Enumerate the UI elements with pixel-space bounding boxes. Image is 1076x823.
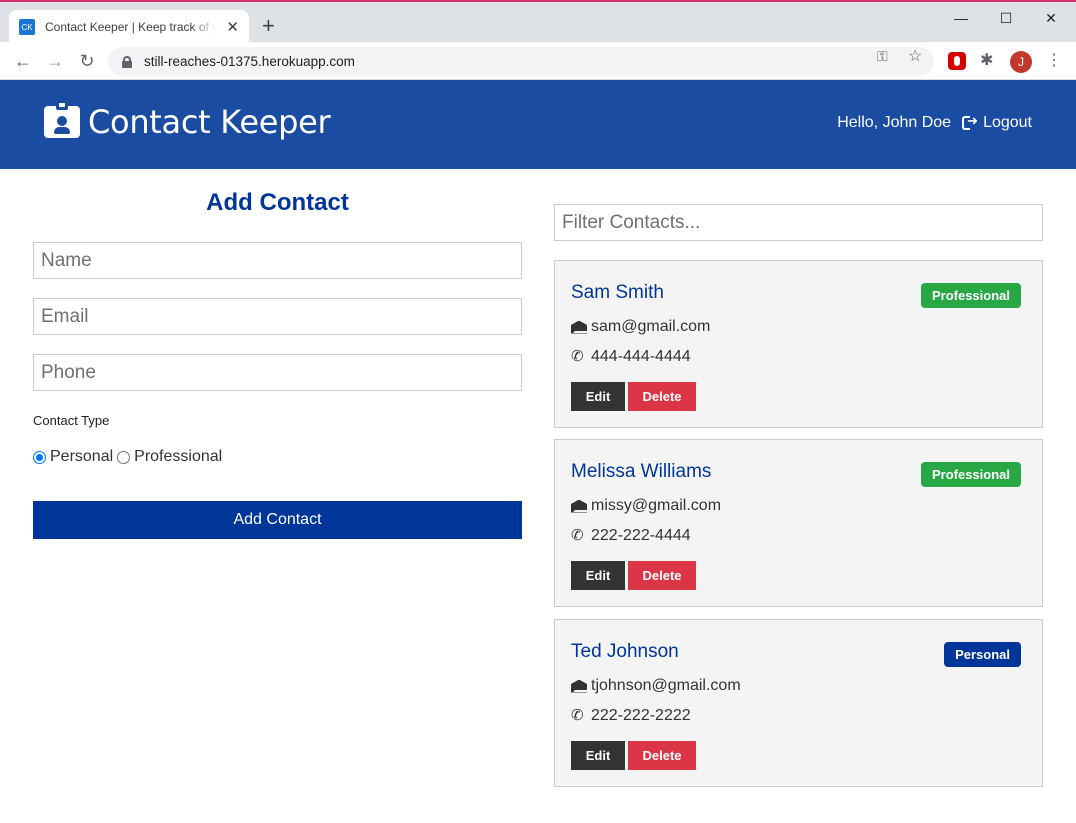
tab-title: Contact Keeper | Keep track of your cont… xyxy=(45,20,217,34)
url-text: still-reaches-01375.herokuapp.com xyxy=(144,54,355,69)
back-arrow-icon[interactable]: ← xyxy=(11,49,35,73)
extensions-puzzle-icon[interactable]: ✱ xyxy=(980,50,993,70)
contact-email: sam@gmail.com xyxy=(571,318,710,336)
tab-close-icon[interactable]: ✕ xyxy=(226,18,239,36)
envelope-open-icon xyxy=(571,679,587,693)
contact-phone-text: 444-444-4444 xyxy=(591,348,691,365)
lock-icon xyxy=(122,55,132,68)
logout-label: Logout xyxy=(983,114,1032,131)
edit-button[interactable]: Edit xyxy=(571,561,625,590)
address-bar[interactable]: still-reaches-01375.herokuapp.com xyxy=(108,47,934,76)
phone-icon: ✆ xyxy=(571,707,584,724)
profile-avatar[interactable]: J xyxy=(1010,51,1032,73)
contact-phone: ✆ 222-222-4444 xyxy=(571,527,691,545)
forward-arrow-icon[interactable]: → xyxy=(43,49,67,73)
contact-phone-text: 222-222-4444 xyxy=(591,527,691,544)
window-close-button[interactable]: ✕ xyxy=(1028,6,1074,30)
contact-name: Ted Johnson xyxy=(571,641,679,662)
minimize-button[interactable]: — xyxy=(938,6,984,30)
user-greeting: Hello, John Doe xyxy=(837,114,952,131)
filter-contacts-input[interactable]: Filter Contacts... xyxy=(554,204,1043,241)
key-icon[interactable]: ⚿ xyxy=(877,48,888,65)
bookmark-star-icon[interactable]: ☆ xyxy=(908,46,922,66)
phone-input[interactable] xyxy=(33,354,522,391)
contact-type-badge: Professional xyxy=(920,283,1021,308)
adblock-extension-icon[interactable] xyxy=(948,52,966,70)
contact-card: Melissa Williams Professional missy@gmai… xyxy=(554,439,1043,607)
new-tab-button[interactable]: + xyxy=(262,14,275,38)
edit-button[interactable]: Edit xyxy=(571,382,625,411)
radio-professional[interactable] xyxy=(117,450,131,464)
contact-type-radio-group: Personal Professional xyxy=(33,448,226,466)
contact-email: tjohnson@gmail.com xyxy=(571,677,741,695)
contact-email-text: sam@gmail.com xyxy=(591,318,711,335)
contact-name: Sam Smith xyxy=(571,282,664,303)
contact-email-text: missy@gmail.com xyxy=(591,497,722,514)
browser-menu-icon[interactable]: ⋮ xyxy=(1046,51,1062,71)
browser-titlebar: CK Contact Keeper | Keep track of your c… xyxy=(0,0,1076,44)
browser-toolbar: ← → ↻ still-reaches-01375.herokuapp.com … xyxy=(0,42,1076,80)
contact-type-badge: Professional xyxy=(920,462,1021,487)
browser-tab[interactable]: CK Contact Keeper | Keep track of your c… xyxy=(9,10,249,44)
contact-card: Sam Smith Professional sam@gmail.com ✆ 4… xyxy=(554,260,1043,428)
contact-type-label: Contact Type xyxy=(33,413,110,428)
edit-button[interactable]: Edit xyxy=(571,741,625,770)
delete-button[interactable]: Delete xyxy=(628,741,696,770)
browser-chrome: CK Contact Keeper | Keep track of your c… xyxy=(0,0,1076,80)
contact-phone: ✆ 222-222-2222 xyxy=(571,707,691,725)
brand-title: Contact Keeper xyxy=(88,103,331,141)
delete-button[interactable]: Delete xyxy=(628,382,696,411)
maximize-button[interactable]: ☐ xyxy=(983,6,1029,30)
add-contact-button[interactable]: Add Contact xyxy=(33,501,522,539)
envelope-open-icon xyxy=(571,320,587,334)
name-input[interactable] xyxy=(33,242,522,279)
delete-button[interactable]: Delete xyxy=(628,561,696,590)
form-title: Add Contact xyxy=(206,189,349,216)
contact-phone: ✆ 444-444-4444 xyxy=(571,348,691,366)
favicon-icon: CK xyxy=(19,19,35,35)
radio-personal[interactable] xyxy=(33,450,46,464)
brand: Contact Keeper xyxy=(44,100,331,141)
contact-phone-text: 222-222-2222 xyxy=(591,707,691,724)
navbar-user-area: Hello, John Doe Logout xyxy=(837,113,1032,132)
phone-icon: ✆ xyxy=(571,348,584,365)
sign-out-icon xyxy=(962,113,978,130)
envelope-open-icon xyxy=(571,499,587,513)
reload-icon[interactable]: ↻ xyxy=(75,49,99,73)
id-badge-icon xyxy=(44,100,80,138)
logout-link[interactable]: Logout xyxy=(962,113,1032,132)
contact-name: Melissa Williams xyxy=(571,461,712,482)
filter-placeholder: Filter Contacts... xyxy=(562,211,701,233)
contact-type-badge: Personal xyxy=(944,642,1021,667)
contact-card: Ted Johnson Personal tjohnson@gmail.com … xyxy=(554,619,1043,787)
phone-icon: ✆ xyxy=(571,527,584,544)
email-input[interactable] xyxy=(33,298,522,335)
contact-email: missy@gmail.com xyxy=(571,497,721,515)
radio-professional-label: Professional xyxy=(134,448,223,465)
radio-personal-label: Personal xyxy=(50,448,114,465)
contact-email-text: tjohnson@gmail.com xyxy=(591,677,741,694)
